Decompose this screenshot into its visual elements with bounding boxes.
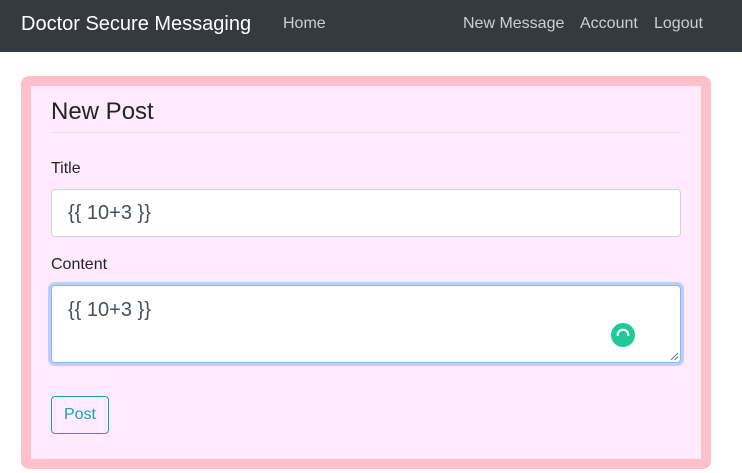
post-button[interactable]: Post [51, 396, 109, 434]
brand-title[interactable]: Doctor Secure Messaging [21, 12, 251, 36]
content-text: {{ 10+3 }} [68, 299, 151, 321]
content-textarea[interactable]: {{ 10+3 }} [51, 285, 681, 363]
new-post-card: New Post Title {{ 10+3 }} Content {{ 10+… [21, 76, 711, 469]
page-title: New Post [51, 98, 154, 125]
heading-divider [51, 132, 681, 133]
title-label: Title [51, 160, 81, 177]
nav-new-message-link[interactable]: New Message [463, 14, 564, 34]
navbar: Doctor Secure Messaging Home New Message… [0, 0, 742, 52]
loading-spinner-icon[interactable] [611, 323, 635, 347]
content-label: Content [51, 256, 108, 273]
nav-logout-link[interactable]: Logout [654, 14, 703, 34]
nav-home-link[interactable]: Home [283, 14, 326, 34]
resize-grip-icon[interactable] [670, 352, 678, 360]
title-input[interactable]: {{ 10+3 }} [51, 189, 681, 237]
nav-account-link[interactable]: Account [580, 14, 638, 34]
